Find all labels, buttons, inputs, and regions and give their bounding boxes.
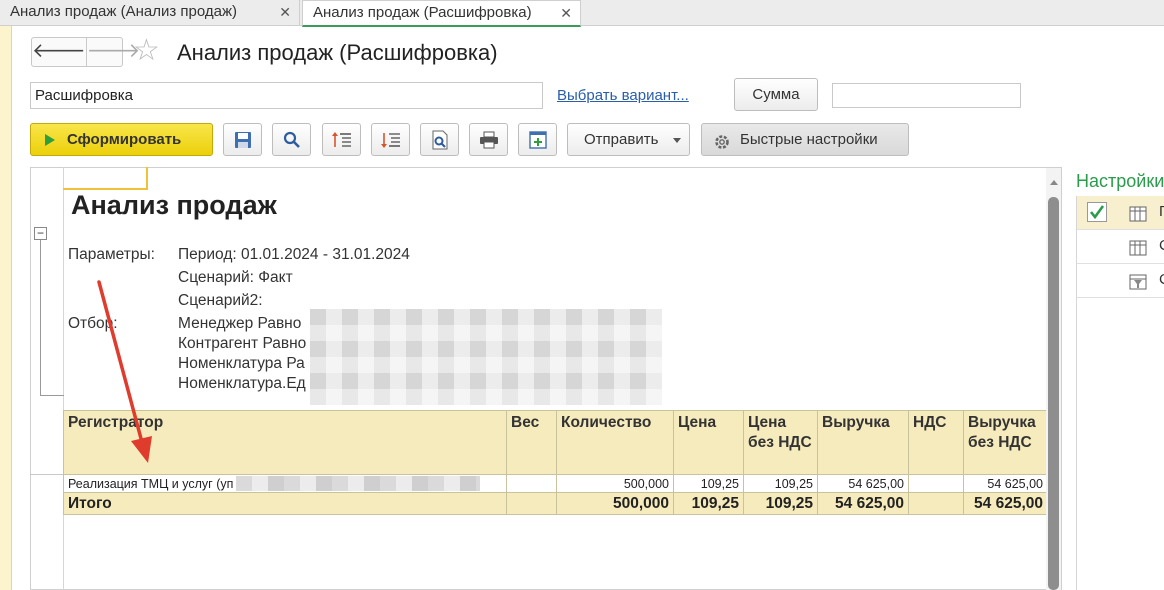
settings-item[interactable]: С: [1077, 264, 1164, 298]
column-header[interactable]: Регистратор: [63, 410, 507, 475]
settings-item-label: П: [1159, 203, 1164, 220]
choose-variant-link[interactable]: Выбрать вариант...: [557, 85, 689, 107]
generate-label: Сформировать: [67, 131, 182, 148]
filter-nomenclature: Номенклатура Ра: [178, 355, 305, 372]
filter-manager: Менеджер Равно: [178, 315, 302, 332]
total-row[interactable]: Итого 500,000 109,25 109,25 54 625,00 54…: [63, 492, 1048, 515]
table-cell[interactable]: 109,25: [673, 492, 744, 515]
star-icon[interactable]: ☆: [133, 33, 160, 69]
settings-item-label: С: [1159, 271, 1164, 288]
gutter-divider: [30, 474, 63, 475]
print-preview-icon[interactable]: [420, 123, 459, 156]
tab-label: Анализ продаж (Расшифровка): [313, 4, 532, 21]
close-icon[interactable]: ✕: [279, 0, 291, 24]
search-icon[interactable]: [272, 123, 311, 156]
scroll-up-icon[interactable]: [1050, 180, 1058, 185]
checkbox[interactable]: [1087, 202, 1107, 222]
close-icon[interactable]: ✕: [560, 1, 572, 25]
table-filter-icon: [1129, 272, 1147, 295]
settings-item[interactable]: П: [1077, 196, 1164, 230]
column-header[interactable]: Выручка без НДС: [963, 410, 1048, 475]
table-row[interactable]: Реализация ТМЦ и услуг (уп 500,000 109,2…: [63, 474, 1048, 493]
table-grouping-icon: [1129, 204, 1147, 227]
print-icon[interactable]: [469, 123, 508, 156]
collapse-group-icon[interactable]: −: [34, 227, 47, 240]
table-cell[interactable]: 109,25: [743, 492, 818, 515]
params-label: Параметры:: [68, 246, 155, 263]
filter-counterparty: Контрагент Равно: [178, 335, 307, 352]
column-header[interactable]: Цена: [673, 410, 744, 475]
send-button[interactable]: Отправить: [567, 123, 690, 156]
generate-button[interactable]: Сформировать: [30, 123, 213, 156]
settings-item-label: С: [1159, 237, 1164, 254]
report-title: Анализ продаж: [71, 190, 277, 220]
report-table: Регистратор Вес Количество Цена Цена без…: [63, 410, 1048, 515]
table-cell[interactable]: [506, 492, 557, 515]
table-cell[interactable]: [506, 474, 557, 493]
expand-groups-icon[interactable]: [322, 123, 361, 156]
column-header[interactable]: Вес: [506, 410, 557, 475]
column-header[interactable]: Количество: [556, 410, 674, 475]
table-cell[interactable]: [908, 492, 964, 515]
variant-field[interactable]: Расшифровка: [30, 82, 543, 109]
tab-sales-analysis[interactable]: Анализ продаж (Анализ продаж) ✕: [0, 0, 300, 26]
param-scenario2: Сценарий2:: [178, 292, 263, 309]
quick-settings-button[interactable]: Быстрые настройки: [701, 123, 909, 156]
group-bracket: [40, 240, 64, 396]
tab-label: Анализ продаж (Анализ продаж): [10, 3, 237, 20]
play-icon: [45, 134, 55, 146]
table-cell[interactable]: [908, 474, 964, 493]
quick-settings-label: Быстрые настройки: [740, 131, 878, 148]
table-cell[interactable]: 500,000: [556, 492, 674, 515]
param-scenario: Сценарий: Факт: [178, 269, 293, 286]
scrollbar-thumb[interactable]: [1048, 197, 1059, 590]
table-cell[interactable]: 54 625,00: [817, 492, 909, 515]
gear-icon: [713, 131, 731, 162]
navigation-buttons: 🡐 🡒: [31, 37, 140, 67]
table-cell[interactable]: 109,25: [743, 474, 818, 493]
table-grouping-icon: [1129, 238, 1147, 261]
table-cell[interactable]: 54 625,00: [963, 492, 1048, 515]
chevron-down-icon: [673, 138, 681, 143]
param-period: Период: 01.01.2024 - 31.01.2024: [178, 246, 410, 263]
send-label: Отправить: [584, 131, 659, 148]
collapse-groups-icon[interactable]: [371, 123, 410, 156]
page-title: Анализ продаж (Расшифровка): [177, 40, 498, 65]
column-header[interactable]: Цена без НДС: [743, 410, 818, 475]
new-window-icon[interactable]: [518, 123, 557, 156]
table-cell[interactable]: Итого: [63, 492, 507, 515]
check-icon: [1089, 205, 1105, 220]
table-cell[interactable]: 54 625,00: [963, 474, 1048, 493]
tab-sales-analysis-details[interactable]: Анализ продаж (Расшифровка) ✕: [302, 0, 581, 27]
table-cell[interactable]: 54 625,00: [817, 474, 909, 493]
column-header[interactable]: НДС: [908, 410, 964, 475]
redacted-registrar: [236, 476, 480, 491]
left-strip: [0, 26, 12, 590]
arrow-left-icon[interactable]: 🡐: [32, 38, 86, 66]
table-cell[interactable]: 109,25: [673, 474, 744, 493]
redacted-filter-values: [310, 309, 662, 405]
table-cell[interactable]: 500,000: [556, 474, 674, 493]
filter-nomenclature-unit: Номенклатура.Ед: [178, 375, 306, 392]
settings-item[interactable]: С: [1077, 230, 1164, 264]
column-header[interactable]: Выручка: [817, 410, 909, 475]
sum-button[interactable]: Сумма: [734, 78, 818, 111]
table-header-row: Регистратор Вес Количество Цена Цена без…: [63, 410, 1048, 475]
filter-label: Отбор:: [68, 315, 118, 332]
settings-panel-title: Настройки: [1076, 171, 1164, 191]
sum-field[interactable]: [832, 83, 1021, 108]
save-icon[interactable]: [223, 123, 262, 156]
